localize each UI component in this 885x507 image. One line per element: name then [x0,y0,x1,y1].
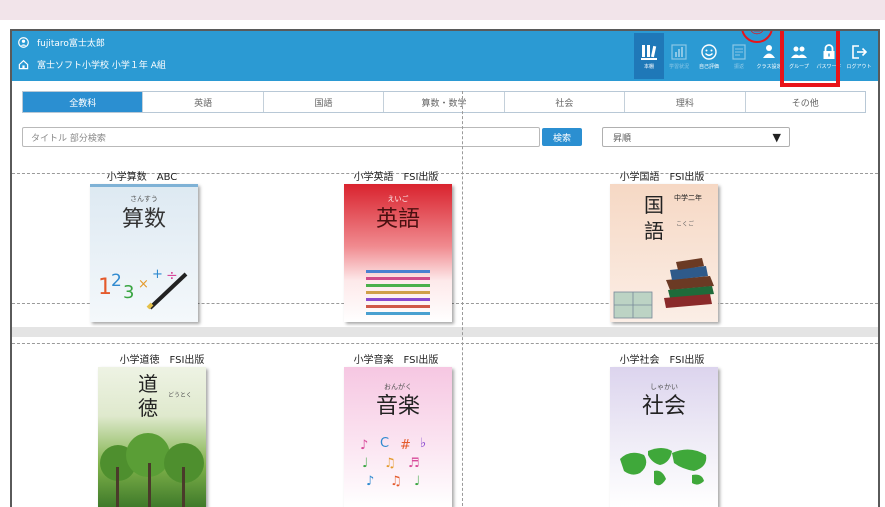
english-cover-art: えいご 英語 [366,194,430,315]
tab-math[interactable]: 算数・数学 [384,92,505,112]
school-name: 富士ソフト小学校 小学１年 A組 [37,61,166,71]
svg-text:♩: ♩ [362,456,368,471]
svg-text:♫: ♫ [390,474,402,489]
tab-japanese[interactable]: 国語 [263,92,385,112]
book-title: 小学算数 ABC [106,172,178,183]
tab-social[interactable]: 社会 [504,92,626,112]
ethics-cover-art: 道 徳 どうとく [100,372,204,507]
music-cover-art: おんがく 音楽 ♪ C # ♭ ♩ ♫ ♬ ♪ ♫ ♩ [360,382,426,489]
toolbar-bookshelf-button[interactable]: 本棚 [634,33,664,79]
chart-icon [671,43,687,60]
math-book-cover[interactable]: さんすう 算数 1 2 3 × + ÷ [90,184,198,322]
toolbar-selfeval-button[interactable]: 自己評価 [694,33,724,79]
svg-text:#: # [400,438,411,453]
user-name: fujitaro富士太郎 [37,39,105,49]
toolbar-learning-button[interactable]: 学習状況 [664,33,694,79]
book-title: 小学音楽 FSI出版 [353,355,439,366]
dropdown-arrow-icon: ▼ [772,130,781,144]
book-item[interactable]: 小学音楽 FSI出版 おんがく 音楽 ♪ C # ♭ ♩ ♫ ♬ ♪ ♫ ♩ [306,351,486,507]
math-cover-art: さんすう 算数 1 2 3 × + ÷ [90,184,198,310]
social-cover-art: しゃかい 社会 [620,383,707,486]
japanese-book-cover[interactable]: 国 語 中学二年 こくご [610,184,718,322]
book-ruby: 中学二年 [674,193,702,202]
user-row: fujitaro富士太郎 [18,36,105,49]
logout-icon [852,44,868,59]
toolbar-label: 本棚 [643,63,654,70]
book-item[interactable]: 小学算数 ABC さんすう 算数 1 2 3 × + ÷ [52,168,232,338]
book-ruby: どうとく [168,391,192,399]
svg-text:語: 語 [644,219,664,243]
svg-text:こくご: こくご [676,220,694,228]
sort-value: 昇順 [613,133,632,144]
svg-text:♭: ♭ [420,436,426,451]
book-cover-title: 算数 [122,207,166,232]
ethics-book-cover[interactable]: 道 徳 どうとく [98,367,206,507]
tab-other[interactable]: その他 [745,92,865,112]
user-icon [18,37,29,48]
svg-text:徳: 徳 [138,396,158,420]
music-book-cover[interactable]: おんがく 音楽 ♪ C # ♭ ♩ ♫ ♬ ♪ ♫ ♩ [344,367,452,507]
svg-text:道: 道 [138,372,158,396]
subject-tabs: 全教科 英語 国語 算数・数学 社会 理科 その他 [22,91,866,113]
search-button[interactable]: 検索 [542,128,582,146]
toolbar-label: 振返 [733,63,744,70]
japanese-cover-art: 国 語 中学二年 こくご [613,193,714,319]
sort-select[interactable]: 昇順 ▼ [602,127,790,147]
tab-english[interactable]: 英語 [143,92,264,112]
svg-text:♩: ♩ [414,474,420,489]
class-settings-icon [763,44,775,58]
toolbar-label: 自己評価 [698,63,719,70]
svg-text:♪: ♪ [360,438,368,453]
home-icon [18,59,29,70]
book-title: 小学道徳 FSI出版 [119,355,205,366]
password-highlight-box [780,31,840,87]
svg-text:♬: ♬ [408,456,420,471]
book-item[interactable]: 小学道徳 FSI出版 道 徳 どうとく [72,351,252,507]
svg-text:C: C [380,436,389,451]
english-book-cover[interactable]: えいご 英語 [344,184,452,322]
svg-text:♫: ♫ [384,456,396,471]
svg-text:×: × [138,277,149,292]
svg-text:2: 2 [111,271,122,291]
book-title: 小学社会 FSI出版 [619,355,705,366]
book-ruby: しゃかい [650,383,678,391]
bookshelf-icon [641,44,657,60]
top-strip [0,0,885,20]
toolbar-label: ログアウト [846,63,872,70]
app-window: fujitaro富士太郎 富士ソフト小学校 小学１年 A組 本棚 学習状況 自己… [10,29,880,507]
book-cover-title: 社会 [642,394,686,419]
tab-science[interactable]: 理科 [625,92,746,112]
svg-text:+: + [152,267,163,282]
school-row: 富士ソフト小学校 小学１年 A組 [18,58,166,71]
svg-text:国: 国 [644,193,664,217]
smiley-icon [701,43,717,60]
book-ruby: おんがく [384,382,412,391]
note-icon [732,43,746,60]
book-item[interactable]: 小学英語 FSI出版 えいご 英語 [306,168,486,338]
book-item[interactable]: 小学国語 FSI出版 国 語 中学二年 こくご [572,168,752,338]
shelf-divider [12,343,878,344]
social-book-cover[interactable]: しゃかい 社会 [610,367,718,507]
book-item[interactable]: 小学社会 FSI出版 しゃかい 社会 [572,351,752,507]
book-ruby: えいご [388,194,409,203]
svg-text:3: 3 [123,282,134,303]
book-cover-title: 音楽 [376,394,420,419]
toolbar-label: 学習状況 [668,63,689,70]
svg-text:1: 1 [98,275,112,300]
tab-all[interactable]: 全教科 [23,92,144,112]
book-cover-title: 英語 [376,207,420,232]
toolbar-label: クラス設定 [756,63,782,70]
book-title: 小学国語 FSI出版 [619,172,705,183]
book-ruby: さんすう [130,195,158,203]
toolbar-logout-button[interactable]: ログアウト [844,33,874,79]
svg-text:♪: ♪ [366,474,374,489]
book-title: 小学英語 FSI出版 [353,172,439,183]
